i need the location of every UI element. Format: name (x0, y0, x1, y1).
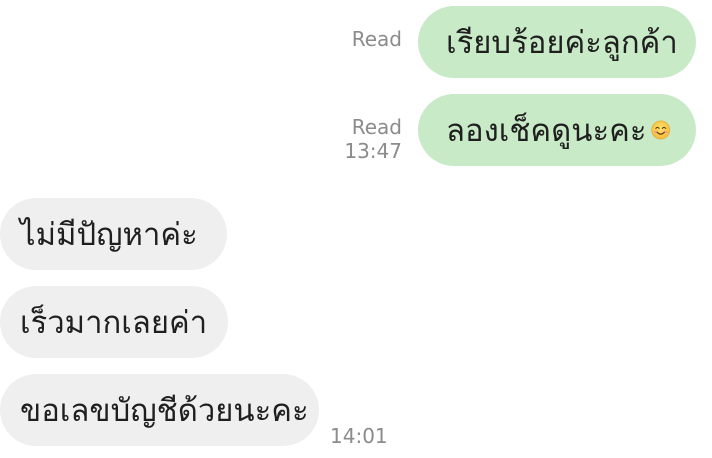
message-text: ขอเลขบัญชีด้วยนะคะ (20, 393, 309, 429)
message-text: ลองเช็คดูนะคะ (446, 113, 647, 149)
message-text: เรียบร้อยค่ะลูกค้า (446, 25, 678, 61)
read-receipt: Read (330, 27, 402, 51)
received-message-bubble[interactable]: ขอเลขบัญชีด้วยนะคะ (0, 374, 319, 446)
read-status: Read (351, 27, 402, 51)
read-receipt: Read 13:47 (330, 115, 402, 163)
read-status: Read (351, 115, 402, 139)
smiling-face-icon (650, 120, 670, 140)
message-text: เร็วมากเลยค่า (20, 305, 208, 341)
received-message-bubble[interactable]: เร็วมากเลยค่า (0, 286, 228, 358)
message-text: ไม่มีปัญหาค่ะ (20, 217, 198, 253)
sent-message-bubble[interactable]: เรียบร้อยค่ะลูกค้า (418, 6, 696, 78)
message-timestamp: 13:47 (344, 139, 402, 163)
received-message-bubble[interactable]: ไม่มีปัญหาค่ะ (0, 198, 227, 270)
sent-message-bubble[interactable]: ลองเช็คดูนะคะ (418, 94, 696, 166)
message-timestamp: 14:01 (330, 424, 388, 448)
